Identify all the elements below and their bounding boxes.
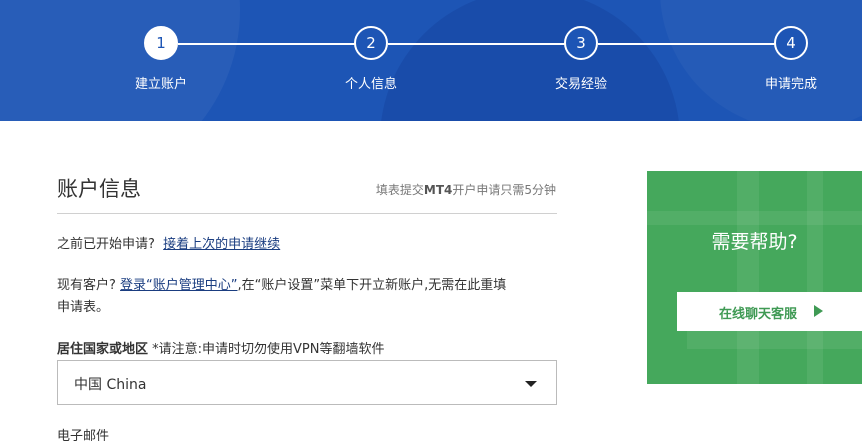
step-3-label: 交易经验 bbox=[554, 77, 607, 92]
existing-customer-text: 现有客户? 登录“账户管理中心”,在“账户设置”菜单下开立新账户,无需在此重填 … bbox=[57, 275, 562, 319]
step-1-circle: 1 bbox=[144, 26, 178, 60]
form-note-platform: MT4 bbox=[423, 183, 453, 197]
card-decoration bbox=[647, 211, 862, 225]
country-select-value: 中国 China bbox=[74, 377, 147, 393]
country-select[interactable]: 中国 China bbox=[57, 360, 557, 405]
step-4-label: 申请完成 bbox=[764, 77, 817, 92]
resume-application-link[interactable]: 接着上次的申请继续 bbox=[163, 237, 280, 252]
resume-line: 之前已开始申请? 接着上次的申请继续 bbox=[57, 234, 280, 256]
step-2-circle: 2 bbox=[354, 26, 388, 60]
country-note: *请注意:申请时切勿使用VPN等翻墙软件 bbox=[152, 342, 385, 357]
existing-suffix-2: 申请表。 bbox=[57, 300, 110, 315]
country-label: 居住国家或地区 bbox=[57, 342, 149, 357]
progress-header: 1 2 3 4 建立账户 个人信息 交易经验 申请完成 bbox=[0, 0, 862, 121]
form-note: 填表提交MT4开户申请只需5分钟 bbox=[376, 181, 556, 198]
step-4-circle: 4 bbox=[774, 26, 808, 60]
email-label: 电子邮件 bbox=[57, 429, 110, 441]
country-label-row: 居住国家或地区 *请注意:申请时切勿使用VPN等翻墙软件 bbox=[57, 338, 385, 357]
account-center-login-link[interactable]: 登录“账户管理中心” bbox=[120, 278, 237, 293]
live-chat-button[interactable]: 在线聊天客服 bbox=[677, 292, 862, 331]
title-divider bbox=[57, 213, 557, 214]
step-connector bbox=[178, 43, 356, 45]
card-decoration bbox=[737, 171, 759, 384]
resume-text: 之前已开始申请? bbox=[57, 237, 155, 252]
step-connector bbox=[388, 43, 566, 45]
header-decoration bbox=[660, 0, 862, 121]
chevron-down-icon bbox=[525, 381, 537, 387]
form-note-suffix: 开户申请只需5分钟 bbox=[452, 183, 556, 197]
existing-prefix: 现有客户? bbox=[57, 278, 116, 293]
live-chat-label: 在线聊天客服 bbox=[719, 307, 798, 322]
step-connector bbox=[598, 43, 776, 45]
step-3-circle: 3 bbox=[564, 26, 598, 60]
existing-suffix: ,在“账户设置”菜单下开立新账户,无需在此重填 bbox=[237, 278, 507, 293]
help-title: 需要帮助? bbox=[711, 231, 798, 253]
card-decoration bbox=[807, 171, 823, 384]
step-2-label: 个人信息 bbox=[344, 77, 397, 92]
header-decoration bbox=[380, 0, 680, 121]
play-icon bbox=[814, 305, 823, 317]
help-card: 需要帮助? 在线聊天客服 bbox=[647, 171, 862, 384]
form-title: 账户信息 bbox=[57, 177, 141, 201]
step-1-label: 建立账户 bbox=[134, 77, 187, 92]
header-decoration bbox=[0, 0, 240, 121]
form-note-prefix: 填表提交 bbox=[375, 183, 424, 197]
card-decoration bbox=[687, 331, 862, 349]
